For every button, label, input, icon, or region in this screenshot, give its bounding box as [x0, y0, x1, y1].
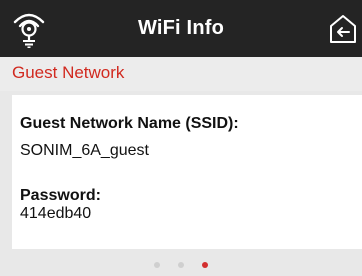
password-label: Password:	[20, 187, 101, 204]
app-header: WiFi Info	[0, 0, 362, 57]
page-dot[interactable]	[202, 262, 208, 268]
page-dot[interactable]	[178, 262, 184, 268]
password-value: 414edb40	[20, 205, 92, 222]
ssid-value: SONIM_6A_guest	[20, 142, 149, 159]
back-icon[interactable]	[328, 14, 358, 44]
section-title: Guest Network	[12, 63, 125, 82]
network-details-card: Guest Network Name (SSID): SONIM_6A_gues…	[12, 95, 362, 249]
section-header: Guest Network	[0, 57, 362, 91]
ssid-label: Guest Network Name (SSID):	[20, 115, 239, 132]
page-indicator	[0, 258, 362, 272]
page-dot[interactable]	[154, 262, 160, 268]
page-title: WiFi Info	[137, 17, 225, 39]
